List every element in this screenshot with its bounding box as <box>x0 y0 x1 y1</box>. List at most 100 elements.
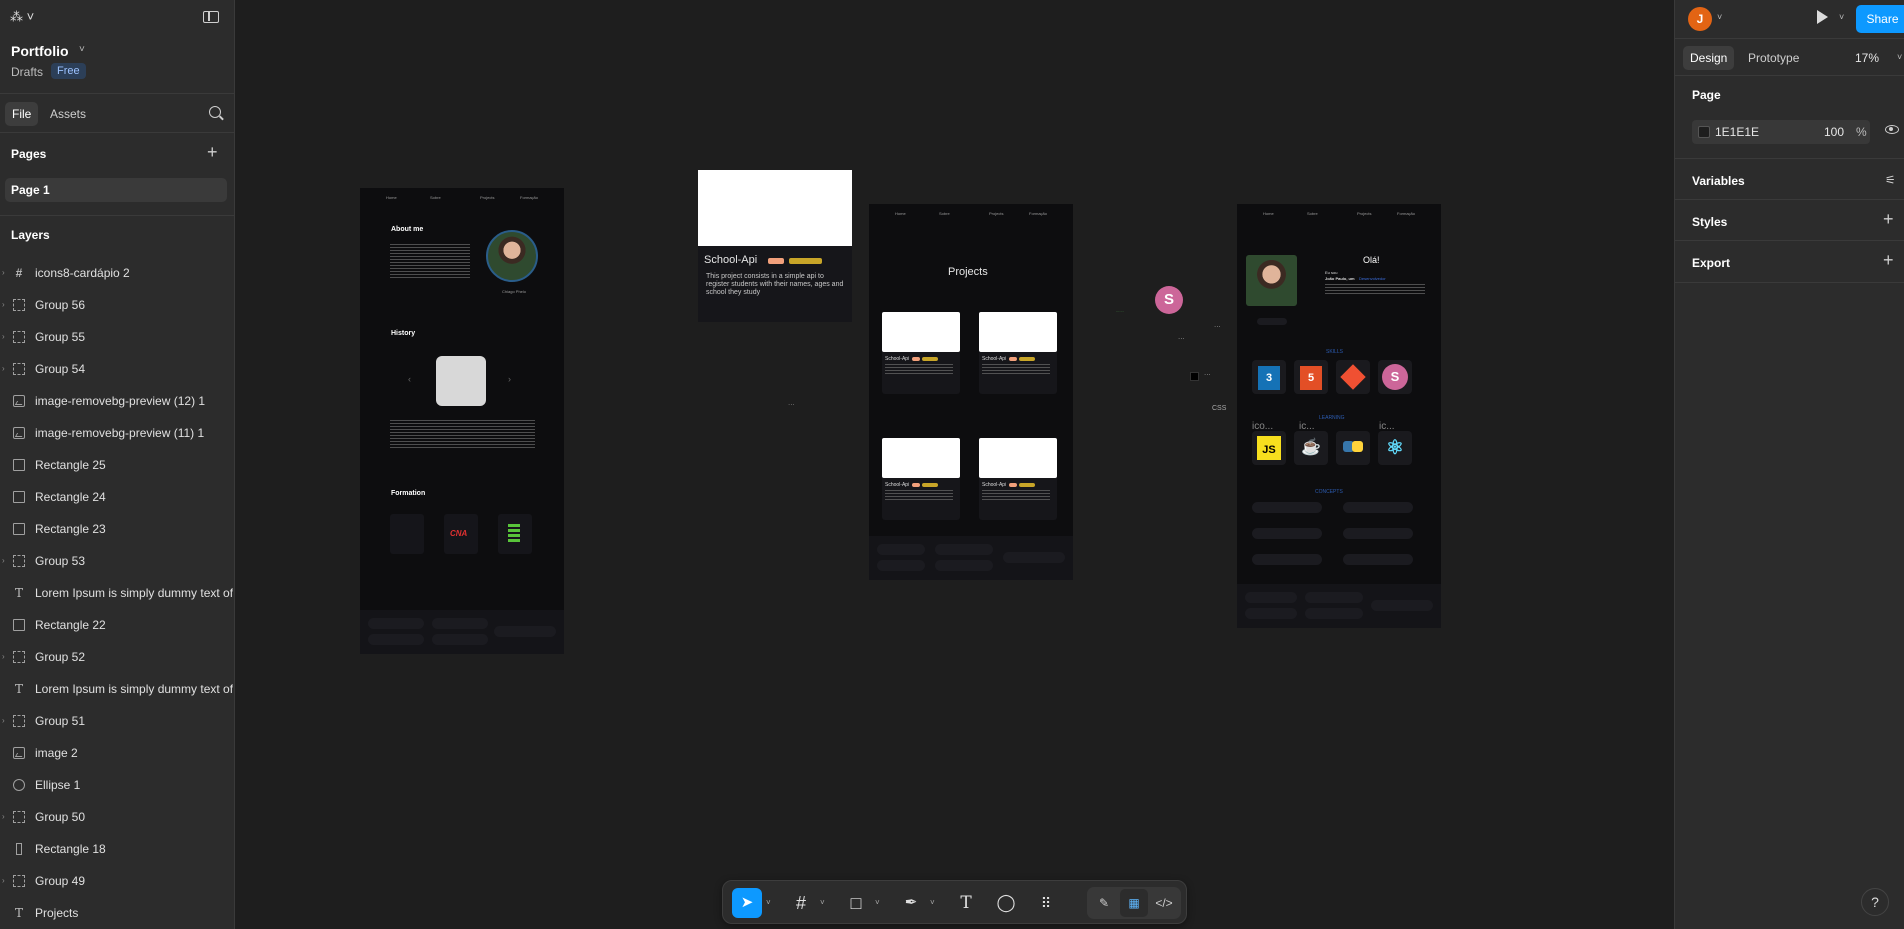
project-card-component[interactable]: School-Api This project consists in a si… <box>698 170 852 322</box>
chevron-down-icon[interactable]: ˅ <box>1839 12 1844 22</box>
avatar[interactable]: J <box>1688 7 1712 31</box>
layer-row[interactable]: Rectangle 18 <box>0 833 235 865</box>
frame-projects[interactable]: Home Sobre Projects Formação Projects Sc… <box>869 204 1073 580</box>
layer-name: Rectangle 23 <box>35 522 106 536</box>
photo-caption: Chiago Phelo <box>502 289 527 294</box>
eye-icon[interactable] <box>1885 125 1899 134</box>
expand-caret-icon[interactable]: › <box>2 556 5 565</box>
expand-caret-icon[interactable]: › <box>2 364 5 373</box>
expand-caret-icon[interactable]: › <box>2 876 5 885</box>
add-page-icon[interactable]: + <box>207 142 218 163</box>
draw-mode-icon[interactable]: ✎ <box>1090 889 1118 917</box>
page-item[interactable]: Page 1 <box>5 178 227 202</box>
layer-row[interactable]: T Projects <box>0 897 235 929</box>
layer-row[interactable]: › Group 55 <box>0 321 235 353</box>
dots-handle: ... <box>1204 368 1211 377</box>
layer-row[interactable]: › Group 53 <box>0 545 235 577</box>
chevron-down-icon[interactable]: ˅ <box>930 898 935 907</box>
layer-row[interactable]: › Group 52 <box>0 641 235 673</box>
tab-prototype[interactable]: Prototype <box>1748 51 1799 65</box>
small-asset[interactable] <box>1190 372 1199 381</box>
expand-caret-icon[interactable]: › <box>2 716 5 725</box>
layer-name: Group 56 <box>35 298 86 312</box>
dev-mode-icon[interactable]: </> <box>1150 889 1178 917</box>
plan-badge[interactable]: Free <box>51 63 86 79</box>
page-color-field[interactable]: 1E1E1E 100 % <box>1692 120 1870 144</box>
layer-row[interactable]: T Lorem Ipsum is simply dummy text of <box>0 577 235 609</box>
frame-about[interactable]: Home Sobre Projects Formação About me Ch… <box>360 188 564 654</box>
chevron-down-icon[interactable]: ˅ <box>875 898 880 907</box>
search-icon[interactable] <box>209 106 221 118</box>
card-title: School-Api <box>982 482 1007 488</box>
chevron-down-icon[interactable]: ˅ <box>766 898 771 907</box>
move-tool-icon[interactable]: ➤ <box>732 888 762 918</box>
layer-name: Group 49 <box>35 874 86 888</box>
rectangle-icon <box>16 843 22 855</box>
chevron-down-icon[interactable]: ˅ <box>820 898 825 907</box>
layer-row[interactable]: T Lorem Ipsum is simply dummy text of <box>0 673 235 705</box>
layer-row[interactable]: Rectangle 22 <box>0 609 235 641</box>
variables-title[interactable]: Variables <box>1692 174 1745 188</box>
add-style-icon[interactable]: + <box>1883 209 1894 230</box>
image-icon <box>13 747 25 759</box>
tab-file[interactable]: File <box>5 102 39 126</box>
color-swatch[interactable] <box>1698 126 1710 138</box>
layer-row[interactable]: › # icons8-cardápio 2 <box>0 257 235 289</box>
chevron-down-icon[interactable]: ˅ <box>79 44 85 55</box>
frame-home[interactable]: Home Sobre Projects Formação Olá! Eu sou… <box>1237 204 1441 628</box>
pen-tool-icon[interactable]: ✒ <box>896 888 926 918</box>
help-button[interactable]: ? <box>1861 888 1889 916</box>
divider <box>1675 38 1904 39</box>
layer-row[interactable]: › Group 54 <box>0 353 235 385</box>
expand-caret-icon[interactable]: › <box>2 300 5 309</box>
color-opacity[interactable]: 100 <box>1824 125 1844 139</box>
layer-row[interactable]: Rectangle 24 <box>0 481 235 513</box>
export-title: Export <box>1692 256 1731 270</box>
layer-row[interactable]: Ellipse 1 <box>0 769 235 801</box>
expand-caret-icon[interactable]: › <box>2 332 5 341</box>
present-play-icon[interactable] <box>1817 10 1828 24</box>
layer-name: Lorem Ipsum is simply dummy text of <box>35 682 233 696</box>
actions-tool-icon[interactable]: ⠿ <box>1031 888 1061 918</box>
card-description: This project consists in a simple api to… <box>706 273 844 296</box>
sass-icon[interactable]: S <box>1155 286 1183 314</box>
right-panel: J ˅ ˅ Share Design Prototype 17% ˅ Page … <box>1674 0 1904 929</box>
comment-tool-icon[interactable]: ◯ <box>991 888 1021 918</box>
layer-row[interactable]: image-removebg-preview (12) 1 <box>0 385 235 417</box>
html5-icon: 5 <box>1294 360 1328 394</box>
design-mode-icon[interactable]: ▦ <box>1120 889 1148 917</box>
layer-row[interactable]: › Group 51 <box>0 705 235 737</box>
expand-caret-icon[interactable]: › <box>2 268 5 277</box>
ellipse-icon <box>13 779 25 791</box>
profile-photo <box>486 230 538 282</box>
expand-caret-icon[interactable]: › <box>2 812 5 821</box>
frame-tool-icon[interactable]: # <box>786 888 816 918</box>
canvas[interactable]: Home Sobre Projects Formação About me Ch… <box>236 0 1674 929</box>
tab-design[interactable]: Design <box>1683 46 1735 70</box>
zoom-level[interactable]: 17% <box>1855 51 1879 65</box>
add-export-icon[interactable]: + <box>1883 250 1894 271</box>
layer-row[interactable]: image-removebg-preview (11) 1 <box>0 417 235 449</box>
chevron-down-icon[interactable]: ˅ <box>1897 52 1902 62</box>
rectangle-tool-icon[interactable]: □ <box>841 888 871 918</box>
file-name[interactable]: Portfolio <box>11 43 69 59</box>
color-hex[interactable]: 1E1E1E <box>1715 125 1759 139</box>
text-tool-icon[interactable]: T <box>951 888 981 918</box>
layer-row[interactable]: Rectangle 25 <box>0 449 235 481</box>
expand-caret-icon[interactable]: › <box>2 652 5 661</box>
learning-label: LEARNING <box>1319 415 1345 421</box>
variables-icon[interactable]: ⚟ <box>1885 173 1896 187</box>
layer-row[interactable]: Rectangle 23 <box>0 513 235 545</box>
chevron-down-icon[interactable]: ˅ <box>1717 12 1722 22</box>
layer-row[interactable]: › Group 49 <box>0 865 235 897</box>
main-menu-button[interactable]: ⁂ ˅ <box>10 9 34 25</box>
share-button[interactable]: Share <box>1856 5 1904 33</box>
collapse-panel-icon[interactable] <box>203 11 219 23</box>
layer-row[interactable]: › Group 56 <box>0 289 235 321</box>
tab-assets[interactable]: Assets <box>50 107 86 121</box>
javascript-icon: JS <box>1252 431 1286 465</box>
left-panel: ⁂ ˅ Portfolio ˅ Drafts Free File Assets … <box>0 0 235 929</box>
layer-row[interactable]: › Group 50 <box>0 801 235 833</box>
file-location[interactable]: Drafts <box>11 65 43 79</box>
layer-row[interactable]: image 2 <box>0 737 235 769</box>
